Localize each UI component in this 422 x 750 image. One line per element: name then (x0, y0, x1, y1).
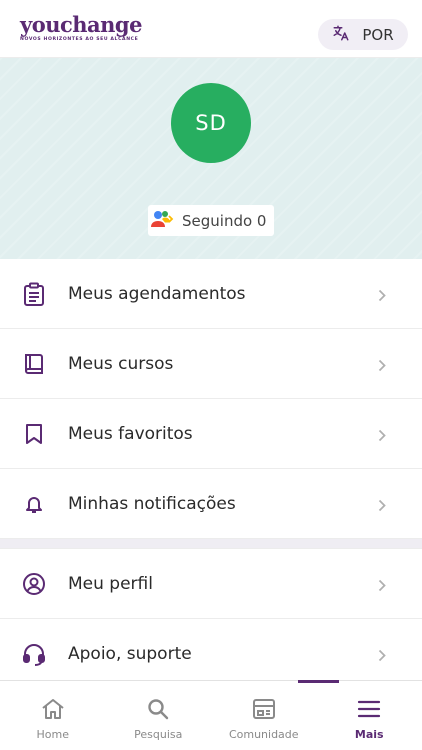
nav-mais[interactable]: Mais (317, 681, 422, 750)
chevron-right-icon (378, 287, 386, 306)
search-icon (147, 698, 169, 724)
nav-label: Mais (354, 728, 384, 741)
menu-item-label: Meus cursos (68, 353, 174, 374)
logo-wordmark: youchange (20, 12, 142, 37)
menu-icon (357, 698, 381, 724)
menu-item-label: Meus agendamentos (68, 283, 246, 304)
menu-list: Meus agendamentos Meus cursos Meus favor… (0, 259, 422, 689)
following-label: Seguindo 0 (182, 211, 267, 230)
app-header: youchange NOVOS HORIZONTES AO SEU ALCANC… (0, 0, 422, 58)
chevron-right-icon (378, 357, 386, 376)
language-selector-button[interactable]: POR (318, 19, 408, 50)
logo-tagline: NOVOS HORIZONTES AO SEU ALCANCE (20, 37, 139, 42)
language-label: POR (362, 25, 394, 44)
nav-label: Pesquisa (134, 728, 183, 741)
app-screen: youchange NOVOS HORIZONTES AO SEU ALCANC… (0, 0, 422, 750)
headset-icon (22, 642, 46, 666)
menu-item-agendamentos[interactable]: Meus agendamentos (0, 259, 422, 329)
bookmark-icon (22, 422, 46, 446)
avatar[interactable]: SD (171, 83, 251, 163)
brand-logo: youchange NOVOS HORIZONTES AO SEU ALCANC… (20, 12, 142, 43)
menu-item-label: Minhas notificações (68, 493, 236, 514)
menu-item-perfil[interactable]: Meu perfil (0, 549, 422, 619)
chevron-right-icon (378, 497, 386, 516)
nav-label: Comunidade (228, 728, 299, 741)
user-circle-icon (22, 572, 46, 596)
section-divider (0, 539, 422, 549)
menu-item-label: Meu perfil (68, 573, 153, 594)
following-button[interactable]: Seguindo 0 (148, 205, 274, 236)
translate-icon (332, 24, 350, 46)
menu-item-label: Meus favoritos (68, 423, 193, 444)
nav-home[interactable]: Home (0, 681, 106, 750)
clipboard-icon (22, 282, 46, 306)
menu-item-notificacoes[interactable]: Minhas notificações (0, 469, 422, 539)
chevron-right-icon (378, 577, 386, 596)
menu-item-cursos[interactable]: Meus cursos (0, 329, 422, 399)
bottom-navigation: Home Pesquisa Comunidade Mais (0, 680, 422, 750)
chevron-right-icon (378, 647, 386, 666)
menu-item-label: Apoio, suporte (68, 643, 192, 664)
menu-item-suporte[interactable]: Apoio, suporte (0, 619, 422, 689)
nav-pesquisa[interactable]: Pesquisa (106, 681, 212, 750)
home-icon (41, 698, 65, 724)
community-icon (252, 698, 276, 724)
profile-banner: SD Seguindo 0 (0, 58, 422, 259)
menu-item-favoritos[interactable]: Meus favoritos (0, 399, 422, 469)
bell-icon (22, 492, 46, 516)
chevron-right-icon (378, 427, 386, 446)
nav-label: Home (36, 728, 69, 741)
nav-comunidade[interactable]: Comunidade (211, 681, 317, 750)
people-arrow-icon (150, 208, 174, 234)
book-icon (22, 352, 46, 376)
